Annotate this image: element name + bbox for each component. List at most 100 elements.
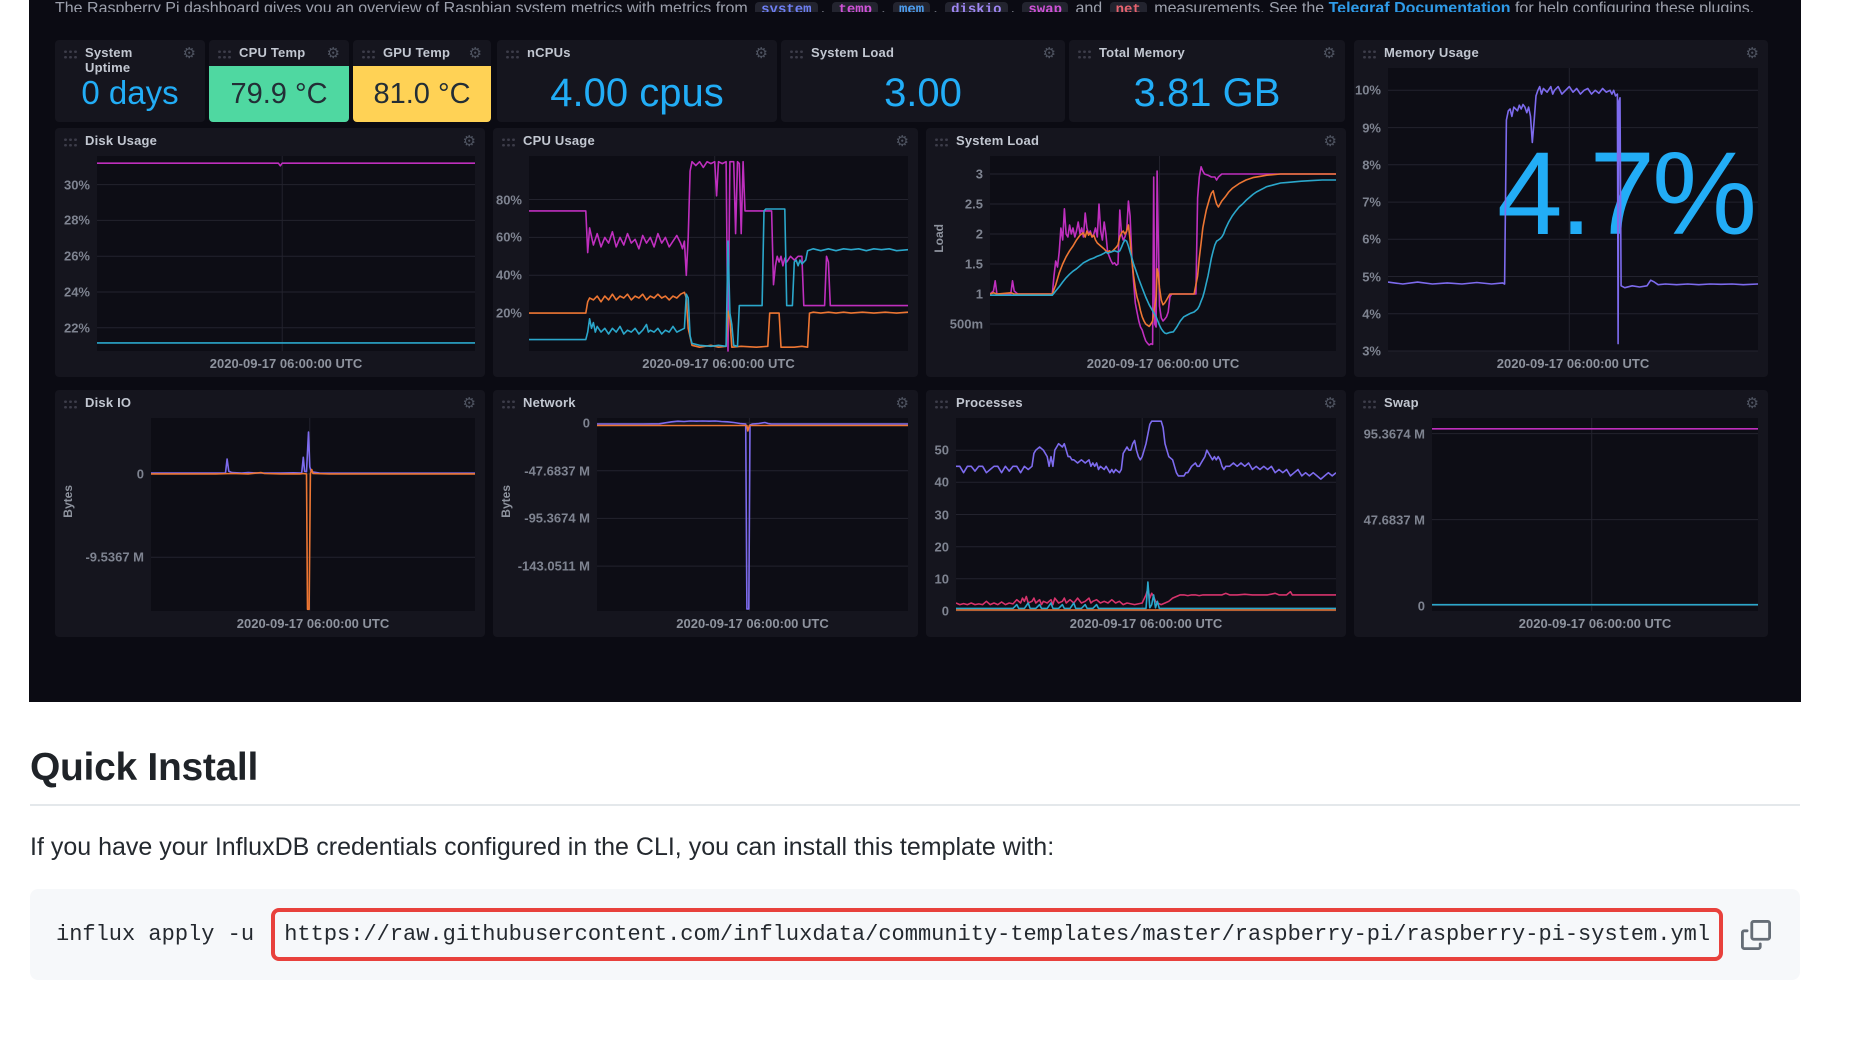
- gear-icon[interactable]: ⚙: [896, 396, 909, 411]
- panel-total-memory: Total Memory ⚙ 3.81 GB: [1069, 40, 1345, 122]
- gear-icon[interactable]: ⚙: [1746, 396, 1759, 411]
- series-bytes_recv: [597, 421, 908, 609]
- telegraf-docs-link[interactable]: Telegraf Documentation: [1329, 0, 1511, 12]
- page: The Raspberry Pi dashboard gives you an …: [0, 0, 1864, 1044]
- drag-handle-icon[interactable]: [63, 49, 78, 60]
- panel-header: Swap ⚙: [1354, 390, 1768, 411]
- drag-handle-icon[interactable]: [1077, 49, 1092, 60]
- drag-handle-icon[interactable]: [1362, 399, 1377, 410]
- dashboard-screenshot: The Raspberry Pi dashboard gives you an …: [29, 0, 1801, 702]
- panel-ncpus: nCPUs ⚙ 4.00 cpus: [497, 40, 777, 122]
- chart-canvas: [55, 128, 485, 377]
- drag-handle-icon[interactable]: [361, 49, 376, 60]
- drag-handle-icon[interactable]: [63, 399, 78, 410]
- stat-value: 79.9 °C: [209, 66, 349, 122]
- chart-canvas: [1354, 390, 1768, 637]
- measurement-chip: mem: [893, 2, 930, 12]
- gear-icon[interactable]: ⚙: [1324, 396, 1337, 411]
- panel-title: CPU Usage: [523, 134, 889, 149]
- stat-value: 4.00 cpus: [497, 64, 777, 122]
- series-root: [97, 163, 475, 166]
- stat-value: 3.81 GB: [1069, 64, 1345, 122]
- gear-icon[interactable]: ⚙: [1323, 46, 1336, 61]
- measurement-chip: system: [755, 2, 817, 12]
- gear-icon[interactable]: ⚙: [1324, 134, 1337, 149]
- gear-icon[interactable]: ⚙: [755, 46, 768, 61]
- drag-handle-icon[interactable]: [501, 399, 516, 410]
- panel-title: Total Memory: [1099, 46, 1316, 61]
- drag-handle-icon[interactable]: [789, 49, 804, 60]
- panel-header: CPU Temp⚙: [209, 40, 349, 61]
- panel-system-load-graph: System Load⚙32.521.51500mLoad2020-09-17 …: [926, 128, 1346, 377]
- panel-header: CPU Usage ⚙: [493, 128, 918, 149]
- drag-handle-icon[interactable]: [217, 49, 232, 60]
- panel-title: System Load: [811, 46, 1036, 61]
- panel-swap: Swap⚙95.3674 M47.6837 M02020-09-17 06:00…: [1354, 390, 1768, 637]
- copy-icon[interactable]: [1740, 919, 1772, 951]
- gear-icon[interactable]: ⚙: [183, 46, 196, 61]
- gear-icon[interactable]: ⚙: [463, 396, 476, 411]
- series-load1: [990, 167, 1336, 345]
- chart-canvas: [1354, 40, 1768, 377]
- gear-icon[interactable]: ⚙: [1043, 46, 1056, 61]
- series-load5: [990, 174, 1336, 326]
- measurement-chip: temp: [832, 2, 878, 12]
- chart-canvas: [926, 128, 1346, 377]
- series-usage_user: [529, 209, 908, 346]
- gear-icon[interactable]: ⚙: [1746, 46, 1759, 61]
- measurement-chip: swap: [1022, 2, 1068, 12]
- panel-header: System Load ⚙: [926, 128, 1346, 149]
- series-usage_idle: [529, 162, 908, 351]
- panel-processes: Processes⚙504030201002020-09-17 06:00:00…: [926, 390, 1346, 637]
- panel-memory-usage: Memory Usage⚙4.7%10%9%8%7%6%5%4%3%2020-0…: [1354, 40, 1768, 377]
- chart-canvas: [493, 390, 918, 637]
- series-write_bytes: [151, 470, 475, 610]
- panel-header: nCPUs ⚙: [497, 40, 777, 61]
- series-bytes_sent: [597, 426, 908, 432]
- readme-section: Quick Install If you have your InfluxDB …: [30, 746, 1800, 980]
- drag-handle-icon[interactable]: [501, 137, 516, 148]
- note-text: The Raspberry Pi dashboard gives you an …: [55, 0, 752, 12]
- stat-value: 3.00: [781, 64, 1065, 122]
- drag-handle-icon[interactable]: [934, 137, 949, 148]
- dashboard-note: The Raspberry Pi dashboard gives you an …: [55, 0, 1795, 12]
- panel-cpu-temp: CPU Temp⚙ 79.9 °C: [209, 40, 349, 122]
- panel-title: Disk Usage: [85, 134, 456, 149]
- gear-icon[interactable]: ⚙: [896, 134, 909, 149]
- panel-disk-usage: Disk Usage⚙30%28%26%24%22%2020-09-17 06:…: [55, 128, 485, 377]
- measurement-chip: net: [1110, 2, 1147, 12]
- drag-handle-icon[interactable]: [505, 49, 520, 60]
- panel-network: Network⚙0-47.6837 M-95.3674 M-143.0511 M…: [493, 390, 918, 637]
- panel-header: Disk IO⚙: [55, 390, 485, 411]
- panel-cpu-usage: CPU Usage⚙80%60%40%20%2020-09-17 06:00:0…: [493, 128, 918, 377]
- series-total: [956, 421, 1336, 479]
- gear-icon[interactable]: ⚙: [463, 134, 476, 149]
- chart-canvas: [493, 128, 918, 377]
- panel-gpu-temp: GPU Temp⚙81.0 °C: [353, 40, 491, 122]
- panel-system-uptime: System Uptime⚙0 days: [55, 40, 205, 122]
- panel-header: Total Memory ⚙: [1069, 40, 1345, 61]
- series-mem_used_percent: [1388, 87, 1758, 344]
- drag-handle-icon[interactable]: [1362, 49, 1377, 60]
- install-url-highlight: https://raw.githubusercontent.com/influx…: [271, 908, 1723, 961]
- panel-title: Processes: [956, 396, 1317, 411]
- panel-title: Swap: [1384, 396, 1739, 411]
- series-read_bytes: [151, 432, 475, 473]
- panel-title: System Load: [956, 134, 1317, 149]
- panel-header: GPU Temp⚙: [353, 40, 491, 61]
- drag-handle-icon[interactable]: [934, 399, 949, 410]
- chart-canvas: [926, 390, 1346, 637]
- quick-install-paragraph: If you have your InfluxDB credentials co…: [30, 833, 1800, 862]
- gear-icon[interactable]: ⚙: [327, 46, 340, 61]
- measurement-chip: diskio: [945, 2, 1007, 12]
- panel-header: System Uptime⚙: [55, 40, 205, 76]
- gear-icon[interactable]: ⚙: [469, 46, 482, 61]
- panel-header: Network⚙: [493, 390, 918, 411]
- panel-header: Processes ⚙: [926, 390, 1346, 411]
- panel-title: nCPUs: [527, 46, 748, 61]
- series-load15: [990, 180, 1336, 334]
- panel-system-load-stat: System Load ⚙ 3.00: [781, 40, 1065, 122]
- drag-handle-icon[interactable]: [63, 137, 78, 148]
- install-code-block: influx apply -u https://raw.githubuserco…: [30, 889, 1800, 980]
- panel-disk-io: Disk IO⚙0-9.5367 MBytes2020-09-17 06:00:…: [55, 390, 485, 637]
